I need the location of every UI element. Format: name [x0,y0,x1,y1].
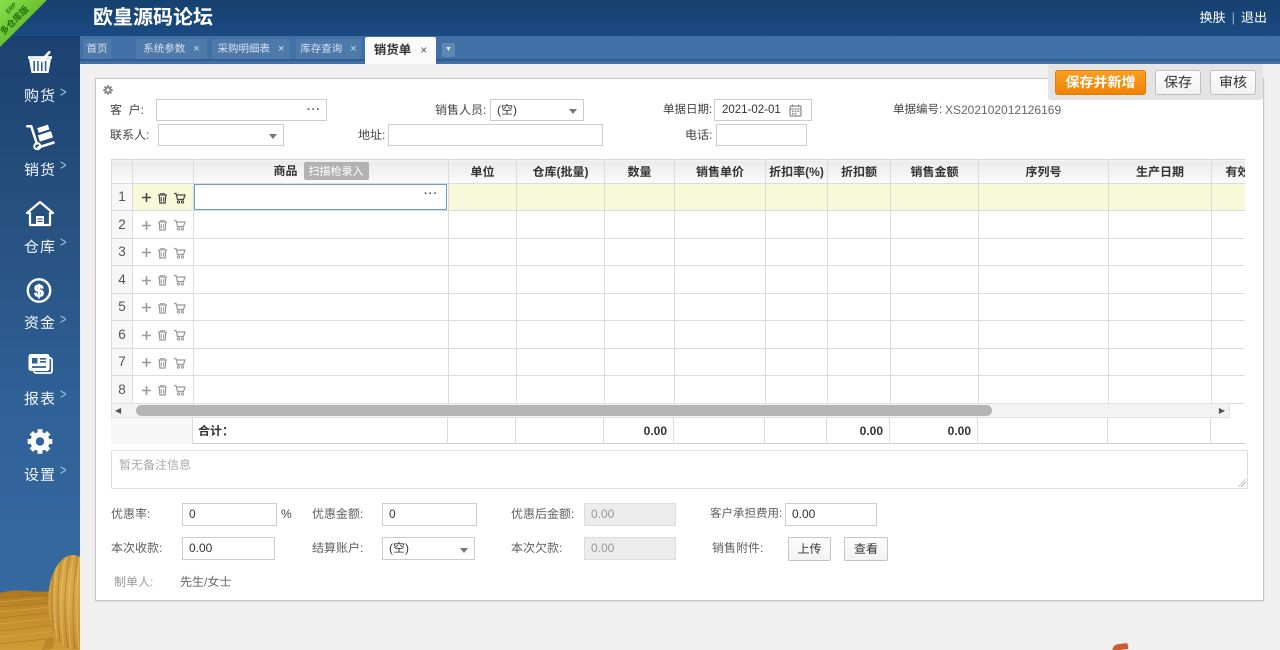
svg-text:$: $ [34,282,44,301]
